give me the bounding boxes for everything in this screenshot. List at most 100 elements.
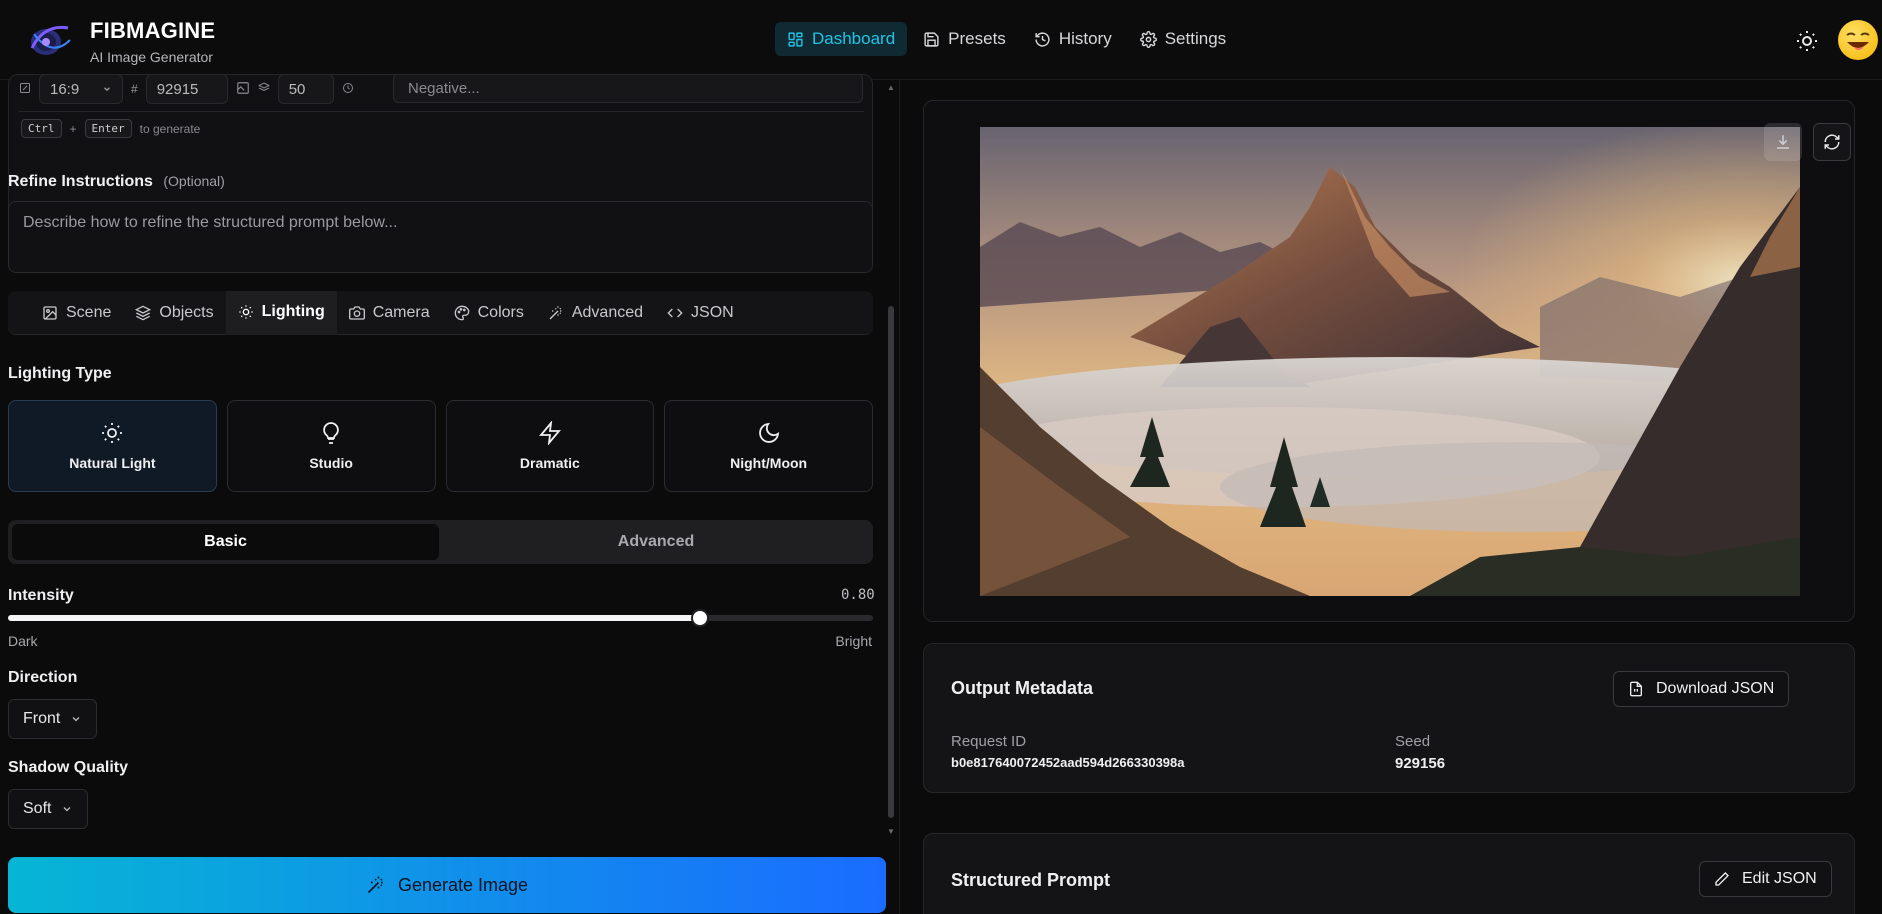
nav-presets[interactable]: Presets (911, 22, 1018, 56)
direction-select-value: Front (23, 710, 61, 727)
user-avatar[interactable] (1838, 20, 1878, 60)
lighting-option-night-label: Night/Moon (730, 455, 808, 471)
download-json-button[interactable]: Download JSON (1613, 671, 1790, 707)
lighting-type-label: Lighting Type (8, 365, 112, 382)
refine-instructions-input[interactable]: Describe how to refine the structured pr… (8, 201, 873, 273)
tab-colors-label: Colors (477, 304, 524, 321)
tab-advanced-label: Advanced (571, 304, 644, 321)
regenerate-button[interactable] (1813, 123, 1851, 161)
download-image-button[interactable] (1764, 123, 1802, 161)
app-header: FIBMAGINE AI Image Generator Dashboard P… (0, 0, 1882, 80)
aspect-ratio-select[interactable]: 16:9 (39, 75, 123, 104)
output-metadata-title: Output Metadata (951, 678, 1093, 698)
theme-toggle-sun-icon[interactable] (1795, 29, 1819, 53)
sun-icon (238, 305, 253, 319)
lighting-option-dramatic[interactable]: Dramatic (445, 400, 655, 492)
layers-icon (135, 305, 152, 321)
tab-objects[interactable]: Objects (123, 291, 225, 335)
lighting-option-natural-label: Natural Light (69, 455, 156, 471)
structured-prompt-card: Structured Prompt Edit JSON (923, 833, 1855, 914)
chevron-down-icon (72, 717, 80, 722)
tab-advanced[interactable]: Advanced (536, 291, 655, 335)
generate-image-label: Generate Image (397, 874, 529, 895)
left-panel-scrollbar[interactable]: ▲ ▼ (887, 84, 895, 836)
pencil-icon (1715, 872, 1729, 886)
seed-input-value: 92915 (156, 80, 199, 98)
gear-icon (1139, 30, 1157, 48)
seed-label: Seed (1395, 733, 1431, 750)
options-row: 16:9 # 92915 50 (19, 75, 354, 104)
lightning-icon (538, 421, 561, 445)
tab-lighting-label: Lighting (261, 303, 325, 320)
kbd-plus: + (69, 121, 77, 136)
lighting-option-studio-label: Studio (309, 455, 353, 471)
lighting-option-studio[interactable]: Studio (226, 400, 436, 492)
shadow-quality-label: Shadow Quality (8, 759, 129, 776)
lighting-option-night[interactable]: Night/Moon (664, 400, 873, 492)
prompt-tabs: Scene Objects Lighting Camera Colors Adv… (8, 291, 873, 335)
lighting-mode-toggle: Basic Advanced (8, 520, 873, 564)
tab-lighting[interactable]: Lighting (225, 291, 337, 335)
nav-presets-label: Presets (948, 29, 1006, 48)
shortcut-hint: Ctrl + Enter to generate (21, 119, 200, 138)
nav-dashboard[interactable]: Dashboard (775, 22, 908, 56)
generated-image (980, 127, 1800, 596)
refine-label: Refine Instructions (Optional) (8, 173, 225, 191)
shadow-quality-select[interactable]: Soft (8, 789, 89, 829)
file-json-icon (1630, 681, 1642, 697)
sun-icon (102, 423, 123, 443)
tab-camera[interactable]: Camera (337, 291, 442, 335)
image-icon (43, 306, 57, 320)
tab-camera-label: Camera (372, 304, 430, 321)
tab-json-label: JSON (691, 304, 734, 321)
tab-scene-label: Scene (66, 304, 112, 321)
edit-json-button[interactable]: Edit JSON (1699, 861, 1832, 897)
negative-prompt-placeholder: Negative... (408, 79, 480, 97)
wand-icon (367, 876, 383, 894)
lighting-option-dramatic-label: Dramatic (519, 455, 580, 471)
brand-tagline: AI Image Generator (90, 49, 213, 65)
negative-prompt-input[interactable]: Negative... (393, 75, 863, 103)
logo-icon[interactable] (24, 18, 74, 62)
tab-objects-label: Objects (159, 304, 214, 321)
dashboard-icon (788, 31, 803, 47)
intensity-min-label: Dark (8, 633, 38, 649)
request-id-value: b0e817640072452aad594d266330398a (951, 755, 1185, 770)
shortcut-hint-text: to generate (139, 121, 201, 136)
layers-icon (257, 81, 270, 97)
intensity-max-label: Bright (835, 633, 872, 649)
refine-label-text: Refine Instructions (8, 173, 153, 190)
output-metadata-card: Output Metadata Download JSON Request ID… (923, 643, 1855, 793)
tab-scene[interactable]: Scene (30, 291, 123, 335)
steps-input-value: 50 (288, 80, 306, 98)
lighting-option-natural[interactable]: Natural Light (8, 400, 217, 492)
code-icon (667, 308, 683, 318)
tab-colors[interactable]: Colors (442, 291, 536, 335)
nav-history[interactable]: History (1022, 22, 1124, 56)
intensity-slider[interactable] (8, 609, 873, 627)
refresh-icon (1824, 134, 1840, 150)
intensity-slider-thumb[interactable] (691, 609, 709, 627)
output-panel: Output Metadata Download JSON Request ID… (905, 80, 1882, 914)
main-nav: Dashboard Presets History Settings (775, 22, 1238, 56)
nav-settings[interactable]: Settings (1128, 22, 1238, 56)
mode-advanced-button[interactable]: Advanced (446, 524, 866, 560)
generate-image-button[interactable]: Generate Image (8, 857, 886, 913)
scroll-up-arrow-icon[interactable]: ▲ (887, 84, 895, 92)
generated-image-card (923, 100, 1855, 622)
download-json-label: Download JSON (1656, 680, 1775, 697)
structured-prompt-title: Structured Prompt (951, 870, 1111, 890)
chevron-down-icon (64, 807, 71, 812)
aspect-ratio-value: 16:9 (50, 80, 80, 98)
save-icon (924, 31, 939, 47)
aspect-ratio-icon (19, 81, 31, 97)
mode-basic-button[interactable]: Basic (12, 524, 439, 560)
scrollbar-thumb[interactable] (888, 306, 894, 818)
kbd-ctrl: Ctrl (21, 119, 62, 138)
tab-json[interactable]: JSON (655, 291, 746, 335)
nav-dashboard-label: Dashboard (812, 29, 896, 48)
seed-input[interactable]: 92915 (145, 75, 228, 104)
scroll-down-arrow-icon[interactable]: ▼ (887, 828, 895, 836)
steps-input[interactable]: 50 (277, 75, 334, 104)
direction-select[interactable]: Front (8, 699, 98, 739)
